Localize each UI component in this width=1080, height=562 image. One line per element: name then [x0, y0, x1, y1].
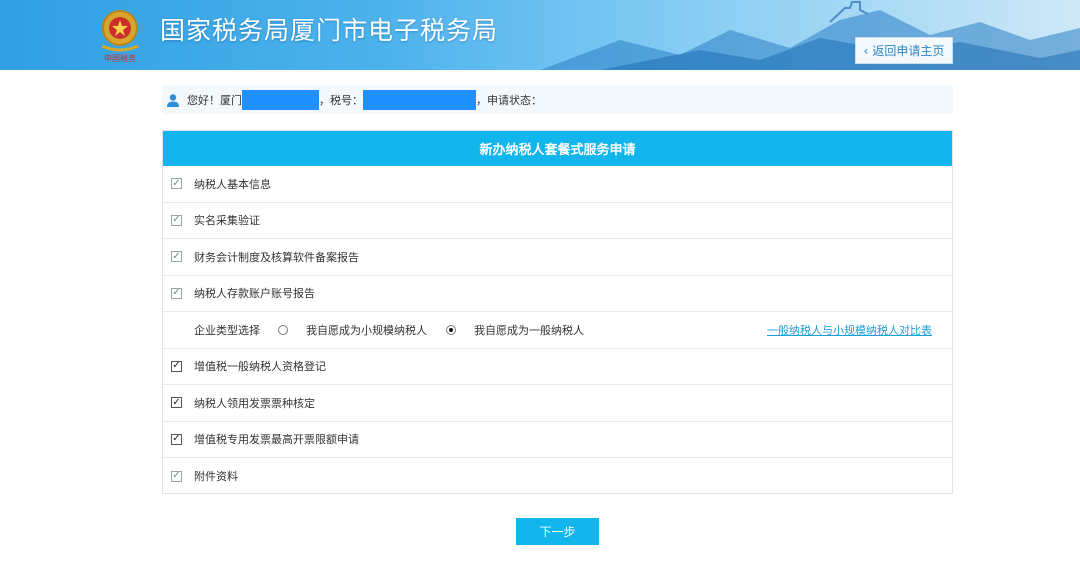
radio-small-scale[interactable]: [278, 324, 288, 335]
checklist-item[interactable]: ✓ 纳税人存款账户账号报告: [163, 276, 952, 312]
svg-text:中国税务: 中国税务: [104, 53, 136, 63]
application-status-label: ，申请状态：: [476, 93, 542, 107]
greeting-text: 您好！厦门: [187, 93, 242, 107]
redacted-company-name: [242, 89, 319, 110]
checklist-item[interactable]: ✓ 附件资料: [163, 458, 952, 495]
user-icon: [167, 93, 179, 107]
next-step-button[interactable]: 下一步: [516, 518, 599, 545]
redacted-tax-number: [363, 89, 476, 110]
chevron-left-icon: ‹: [863, 43, 869, 58]
checklist-item-label: 纳税人领用发票票种核定: [194, 396, 315, 410]
checklist-item-label: 财务会计制度及核算软件备案报告: [194, 250, 359, 264]
tax-emblem-icon: 中国税务: [101, 10, 139, 63]
back-to-home-label: 返回申请主页: [872, 44, 945, 58]
checkbox-checked-icon[interactable]: ✓: [171, 287, 182, 299]
checklist-item[interactable]: ✓ 纳税人基本信息: [163, 166, 952, 203]
checklist-item-label: 实名采集验证: [194, 214, 260, 228]
header-banner: 中国税务 国家税务局厦门市电子税务局 ‹ 返回申请主页: [0, 0, 1080, 70]
taxpayer-comparison-link[interactable]: 一般纳税人与小规模纳税人对比表: [767, 322, 932, 338]
site-title: 国家税务局厦门市电子税务局: [160, 16, 499, 45]
checkbox-checked-icon[interactable]: ✓: [171, 178, 182, 190]
radio-general-taxpayer-label[interactable]: 我自愿成为一般纳税人: [474, 322, 584, 338]
checklist-item-label: 增值税专用发票最高开票限额申请: [194, 433, 359, 447]
checklist-item[interactable]: ✓ 纳税人领用发票票种核定: [163, 385, 952, 422]
checkbox-checked-icon[interactable]: ✓: [171, 433, 182, 445]
checkbox-checked-icon[interactable]: ✓: [171, 470, 182, 482]
checklist-item[interactable]: ✓ 增值税专用发票最高开票限额申请: [163, 422, 952, 458]
checklist-item-label: 附件资料: [194, 470, 238, 484]
enterprise-type-label: 企业类型选择: [194, 323, 260, 337]
checkbox-checked-icon[interactable]: ✓: [171, 214, 182, 226]
checklist-item[interactable]: ✓ 实名采集验证: [163, 203, 952, 239]
back-to-home-button[interactable]: ‹ 返回申请主页: [855, 37, 953, 64]
radio-selected-dot: [449, 327, 453, 332]
radio-general-taxpayer[interactable]: [446, 324, 456, 335]
checklist-item-label: 纳税人存款账户账号报告: [194, 287, 315, 301]
service-application-panel: 新办纳税人套餐式服务申请 ✓ 纳税人基本信息 ✓ 实名采集验证 ✓ 财务会计制度…: [162, 130, 953, 494]
checkbox-checked-icon[interactable]: ✓: [171, 251, 182, 263]
user-info-bar: 您好！厦门 ，税号： ，申请状态：: [162, 85, 953, 114]
checklist-item[interactable]: ✓ 增值税一般纳税人资格登记: [163, 349, 952, 385]
tax-number-label: ，税号：: [319, 93, 363, 107]
checklist-item[interactable]: ✓ 财务会计制度及核算软件备案报告: [163, 239, 952, 276]
checkbox-checked-icon[interactable]: ✓: [171, 360, 182, 372]
checklist-item-label: 增值税一般纳税人资格登记: [194, 360, 326, 374]
enterprise-type-row: 企业类型选择 我自愿成为小规模纳税人 我自愿成为一般纳税人 一般纳税人与小规模纳…: [163, 312, 952, 349]
checkbox-checked-icon[interactable]: ✓: [171, 397, 182, 409]
checklist-item-label: 纳税人基本信息: [194, 177, 271, 191]
panel-title: 新办纳税人套餐式服务申请: [163, 131, 952, 166]
radio-small-scale-label[interactable]: 我自愿成为小规模纳税人: [306, 322, 427, 338]
